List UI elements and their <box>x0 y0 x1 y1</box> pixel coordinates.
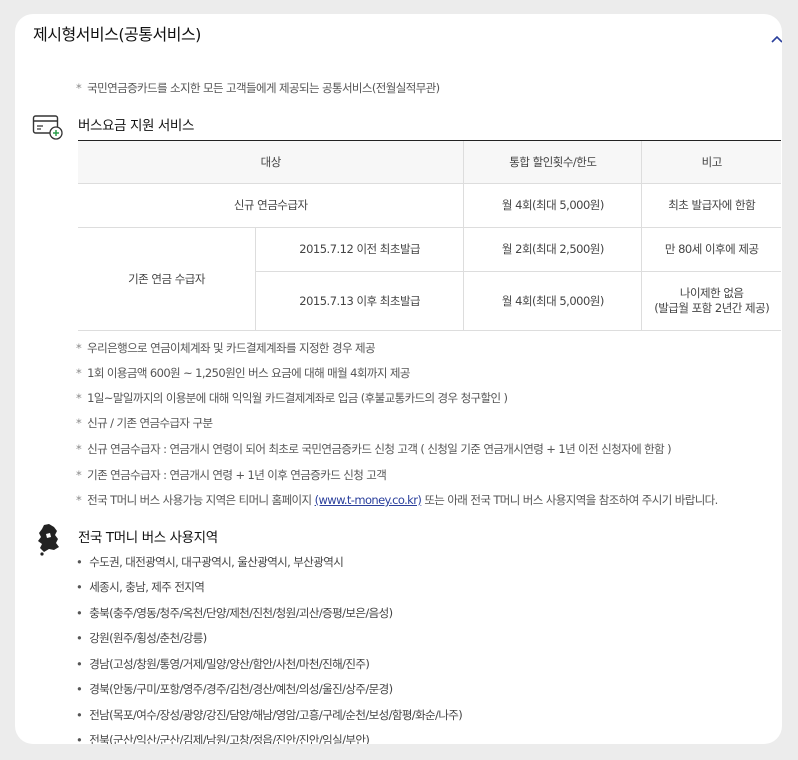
region-item: • 전남(목포/여수/장성/광양/강진/담양/해남/영암/고흥/구례/순천/보성/… <box>76 708 463 722</box>
korea-map-icon <box>38 524 59 556</box>
cell-target: 신규 연금수급자 <box>78 183 464 228</box>
bus-service-title: 버스요금 지원 서비스 <box>78 118 194 134</box>
bus-note-tmoney: * 전국 T머니 버스 사용가능 지역은 티머니 홈페이지 (www.t-mone… <box>76 493 718 507</box>
regions-title: 전국 T머니 버스 사용지역 <box>78 530 218 546</box>
service-panel: 제시형서비스(공통서비스) * 국민연금증카드를 소지한 모든 고객들에게 제공되… <box>15 14 782 744</box>
bus-note: * 1일~말일까지의 이용분에 대해 익익월 카드결제계좌로 입금 (후불교통카드… <box>76 391 508 405</box>
region-item: • 강원(원주/횡성/춘천/강릉) <box>76 631 207 645</box>
cell-discount: 월 2회(최대 2,500원) <box>463 227 642 272</box>
bus-note: * 신규 연금수급자 : 연금개시 연령이 되어 최초로 국민연금증카드 신청 고… <box>76 442 672 456</box>
cell-date: 2015.7.12 이전 최초발급 <box>254 227 464 272</box>
remark-line: (발급월 포함 2년간 제공) <box>654 301 770 315</box>
header-discount: 통합 할인횟수/한도 <box>463 140 642 184</box>
region-item: • 수도권, 대전광역시, 대구광역시, 울산광역시, 부산광역시 <box>76 555 344 569</box>
cell-remark: 최초 발급자에 한함 <box>641 183 781 228</box>
table-header-row: 대상 통합 할인횟수/한도 비고 <box>78 140 781 184</box>
bus-note: * 우리은행으로 연금이체계좌 및 카드결제계좌를 지정한 경우 제공 <box>76 341 376 355</box>
header-remark: 비고 <box>641 140 781 184</box>
intro-note: * 국민연금증카드를 소지한 모든 고객들에게 제공되는 공통서비스(전월실적무관… <box>76 81 440 95</box>
cell-remark: 만 80세 이후에 제공 <box>641 227 781 272</box>
tmoney-link[interactable]: (www.t-money.co.kr) <box>315 493 422 507</box>
section-title: 제시형서비스(공통서비스) <box>33 25 201 44</box>
table-row: 기존 연금 수급자 2015.7.12 이전 최초발급 월 2회(최대 2,50… <box>78 227 781 331</box>
header-target: 대상 <box>78 140 464 184</box>
bus-note: * 신규 / 기존 연금수급자 구분 <box>76 416 213 430</box>
card-plus-icon <box>32 115 63 140</box>
bus-note: * 기존 연금수급자 : 연금개시 연령 + 1년 이후 연금증카드 신청 고객 <box>76 468 387 482</box>
cell-existing-group: 기존 연금 수급자 <box>78 227 256 331</box>
region-item: • 세종시, 충남, 제주 전지역 <box>76 580 205 594</box>
cell-date: 2015.7.13 이후 최초발급 <box>254 271 464 331</box>
cell-discount: 월 4회(최대 5,000원) <box>463 271 642 331</box>
region-item: • 경북(안동/구미/포항/영주/경주/김천/경산/예천/의성/울진/상주/문경) <box>76 682 393 696</box>
table-row: 신규 연금수급자 월 4회(최대 5,000원) 최초 발급자에 한함 <box>78 183 781 228</box>
region-item: • 충북(충주/영동/청주/옥천/단양/제천/진천/청원/괴산/증평/보은/음성) <box>76 606 393 620</box>
bus-support-table: 대상 통합 할인횟수/한도 비고 신규 연금수급자 월 4회(최대 5,000원… <box>78 140 781 331</box>
cell-discount: 월 4회(최대 5,000원) <box>463 183 642 228</box>
chevron-up-icon[interactable] <box>771 34 782 44</box>
region-item: • 경남(고성/창원/통영/거제/밀양/양산/함안/사천/마천/진해/진주) <box>76 657 370 671</box>
remark-line: 나이제한 없음 <box>679 286 744 300</box>
bus-note: * 1회 이용금액 600원 ~ 1,250원인 버스 요금에 대해 매월 4회까… <box>76 366 410 380</box>
cell-remark: 나이제한 없음 (발급월 포함 2년간 제공) <box>641 271 781 331</box>
region-item: • 전북(군산/익산/군산/김제/남원/고창/정읍/진안/진안/임실/부안) <box>76 733 370 744</box>
